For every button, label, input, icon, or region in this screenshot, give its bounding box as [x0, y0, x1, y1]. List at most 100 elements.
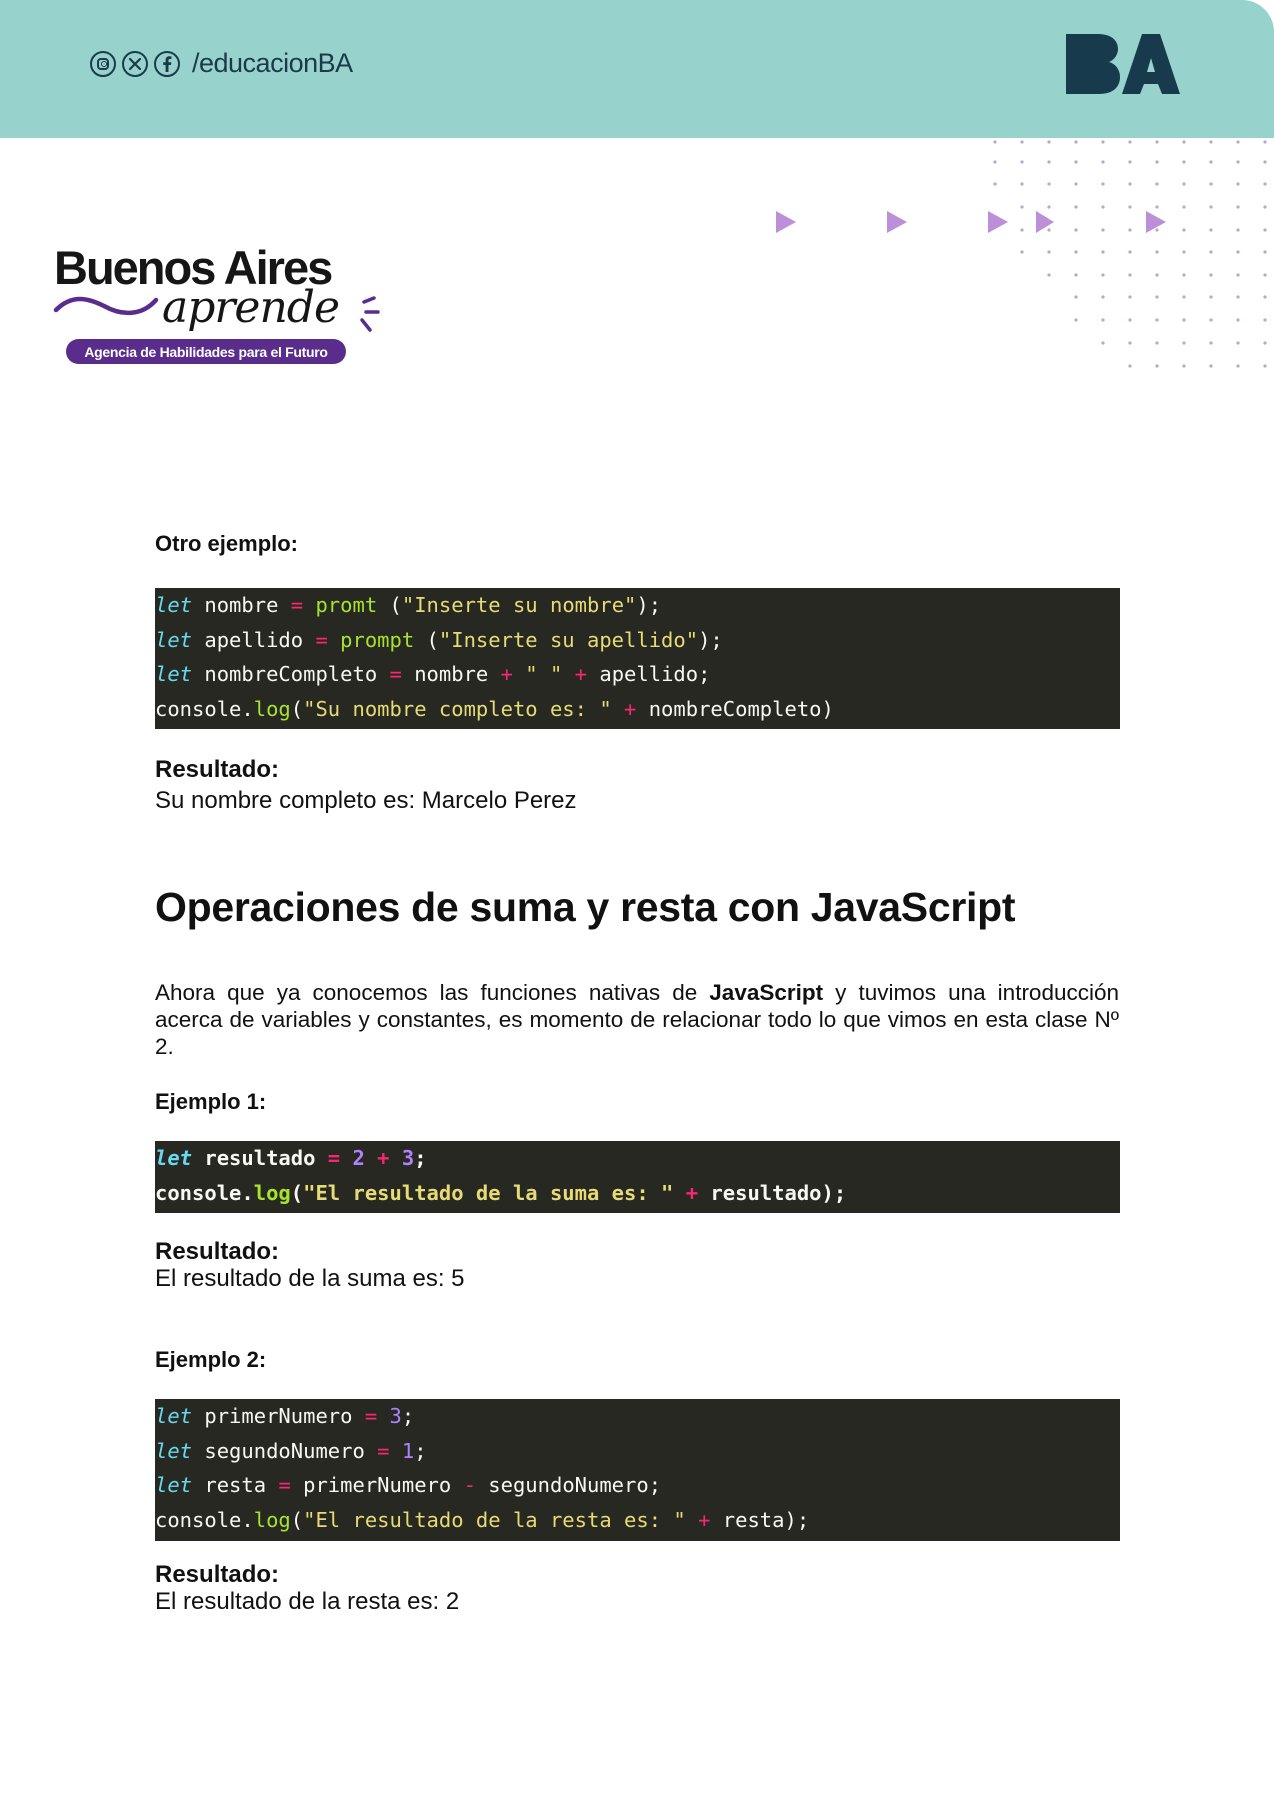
- code-token: let: [155, 627, 193, 652]
- code-token: apellido;: [587, 662, 711, 686]
- code-line: let nombreCompleto = nombre + " " + apel…: [155, 657, 1120, 692]
- code-token: =: [315, 627, 328, 652]
- code-token: segundoNumero: [192, 1438, 378, 1463]
- instagram-icon[interactable]: [90, 50, 116, 77]
- header-banner: /educacionBA: [0, 0, 1274, 138]
- code-token: +: [500, 662, 513, 686]
- code-token: let: [155, 593, 193, 617]
- code-token: =: [327, 1146, 341, 1170]
- code-token: );: [698, 627, 723, 652]
- social-links: /educacionBA: [90, 48, 353, 79]
- code-token: nombre: [192, 593, 291, 617]
- result-text-3: El resultado de la resta es: 2: [155, 1588, 460, 1615]
- intro-text-before: Ahora que ya conocemos las funciones nat…: [155, 980, 710, 1005]
- facebook-icon[interactable]: [154, 50, 180, 77]
- section-title: Operaciones de suma y resta con JavaScri…: [155, 884, 1016, 930]
- code-token: );: [636, 593, 662, 617]
- code-token: resultado);: [698, 1180, 847, 1205]
- code-token: apellido: [192, 627, 316, 652]
- code-token: let: [155, 662, 193, 686]
- code-token: (: [377, 593, 402, 617]
- code-line: let nombre = promt ("Inserte su nombre")…: [155, 588, 1120, 623]
- code-token: let: [155, 1146, 193, 1170]
- code-token: " ": [525, 662, 563, 686]
- code-token: +: [574, 662, 588, 686]
- code-token: let: [155, 1438, 193, 1463]
- brand-tagline: Agencia de Habilidades para el Futuro: [66, 339, 346, 364]
- code-token: (: [290, 696, 304, 721]
- code-token: ;: [401, 1404, 415, 1428]
- code-token: =: [364, 1404, 378, 1428]
- code-token: "El resultado de la suma es: ": [303, 1180, 674, 1205]
- code-token: resta);: [710, 1507, 810, 1532]
- code-token: primerNumero: [192, 1404, 365, 1428]
- code-line: let primerNumero = 3;: [155, 1399, 1120, 1434]
- code-token: =: [290, 593, 304, 617]
- code-token: =: [278, 1473, 291, 1497]
- code-token: 3: [401, 1146, 415, 1170]
- code-token: primerNumero: [290, 1473, 464, 1497]
- other-example-label: Otro ejemplo:: [155, 531, 299, 556]
- code-token: -: [463, 1473, 476, 1497]
- code-token: (: [290, 1180, 304, 1205]
- code-token: let: [155, 1404, 193, 1428]
- code-token: "Inserte su nombre": [401, 593, 637, 617]
- code-token: log: [253, 1180, 291, 1205]
- x-icon[interactable]: [122, 50, 148, 77]
- result-label-1: Resultado:: [155, 756, 280, 783]
- code-token: "Inserte su apellido": [438, 627, 699, 652]
- code-token: let: [155, 1473, 193, 1497]
- code-token: ;: [414, 1438, 427, 1463]
- example-1-label: Ejemplo 1:: [155, 1089, 267, 1114]
- code-line: let segundoNumero = 1;: [155, 1434, 1120, 1469]
- code-token: (: [414, 627, 439, 652]
- decorative-dot-grid: [993, 140, 1267, 368]
- result-label-3: Resultado:: [155, 1561, 280, 1588]
- example-2-label: Ejemplo 2:: [155, 1347, 267, 1372]
- code-line: console.log("El resultado de la suma es:…: [155, 1176, 1120, 1211]
- code-token: 2: [352, 1146, 365, 1170]
- code-token: =: [377, 1438, 390, 1463]
- code-token: log: [253, 1507, 291, 1532]
- code-token: ;: [414, 1146, 427, 1170]
- ba-logo: [1066, 34, 1180, 94]
- code-token: console.: [155, 1180, 254, 1205]
- code-token: segundoNumero;: [475, 1473, 662, 1497]
- code-token: log: [253, 696, 291, 721]
- code-token: nombre: [401, 662, 501, 686]
- intro-paragraph: Ahora que ya conocemos las funciones nat…: [155, 979, 1119, 1060]
- social-handle[interactable]: /educacionBA: [192, 48, 353, 79]
- code-token: resta: [192, 1473, 279, 1497]
- code-block-example-2: let primerNumero = 3; let segundoNumero =…: [155, 1399, 1120, 1541]
- code-token: 3: [389, 1404, 402, 1428]
- code-token: prompt: [340, 627, 415, 652]
- code-block-name-example: let nombre = promt ("Inserte su nombre")…: [155, 588, 1120, 729]
- result-text-1: Su nombre completo es: Marcelo Perez: [155, 787, 577, 814]
- code-token: console.: [155, 1507, 254, 1532]
- code-token: nombreCompleto: [192, 662, 390, 686]
- code-token: "El resultado de la resta es: ": [303, 1507, 686, 1532]
- result-label-2: Resultado:: [155, 1238, 280, 1265]
- code-token: +: [377, 1146, 390, 1170]
- code-token: console.: [155, 696, 254, 721]
- buenos-aires-aprende-logo: Buenos Aires aprende Agencia de Habilida…: [52, 238, 392, 368]
- brand-subtitle: aprende: [162, 282, 340, 333]
- code-block-example-1: let resultado = 2 + 3; console.log("El re…: [155, 1141, 1120, 1213]
- code-token: +: [698, 1507, 711, 1532]
- code-token: +: [624, 696, 637, 721]
- decorative-arrows: [776, 211, 1166, 233]
- code-line: console.log("El resultado de la resta es…: [155, 1503, 1120, 1538]
- code-token: "Su nombre completo es: ": [303, 696, 612, 721]
- code-line: console.log("Su nombre completo es: " + …: [155, 692, 1120, 727]
